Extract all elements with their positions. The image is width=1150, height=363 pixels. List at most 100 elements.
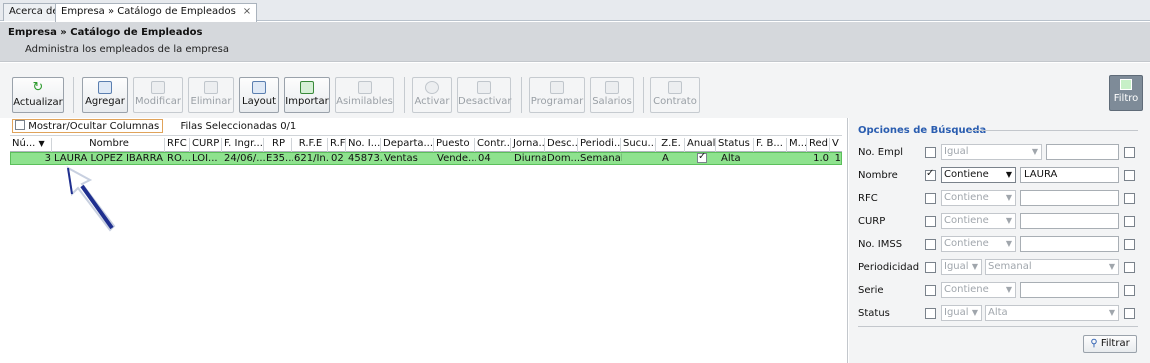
column-header-fingreso[interactable]: F. Ingr... xyxy=(222,138,264,152)
filter-value-periodicidad[interactable]: Semanal ▼ xyxy=(985,259,1119,275)
agregar-button[interactable]: Agregar xyxy=(82,77,128,113)
filter-value-curp[interactable] xyxy=(1020,213,1119,229)
layout-icon xyxy=(252,81,266,94)
column-header-red[interactable]: Red xyxy=(807,138,830,152)
desactivar-button[interactable]: Desactivar xyxy=(457,77,512,113)
column-header-v[interactable]: V xyxy=(830,138,842,152)
cell-descanso: Dom... xyxy=(547,153,579,164)
filter-value-no-imss[interactable] xyxy=(1020,236,1119,252)
filter-checkbox-curp[interactable] xyxy=(925,216,936,227)
column-header-periodicidad[interactable]: Periodi... xyxy=(578,138,621,152)
asimilables-icon xyxy=(357,81,372,94)
column-header-contrato[interactable]: Contr... xyxy=(475,138,511,152)
filter-op-status[interactable]: Igual ▼ xyxy=(941,305,982,321)
filter-extra-checkbox-serie[interactable] xyxy=(1124,285,1135,296)
close-tab-icon[interactable]: × xyxy=(243,6,251,17)
filter-extra-checkbox-no-imss[interactable] xyxy=(1124,239,1135,250)
filter-checkbox-nombre[interactable] xyxy=(925,168,936,181)
importar-button[interactable]: Importar xyxy=(284,77,330,113)
tab-catalogo-empleados[interactable]: Empresa » Catálogo de Empleados × xyxy=(55,3,258,22)
programar-button[interactable]: Programar xyxy=(529,77,585,113)
modificar-button[interactable]: Modificar xyxy=(133,77,183,113)
filter-op-serie[interactable]: Contiene ▼ xyxy=(941,282,1016,298)
filter-extra-checkbox-status[interactable] xyxy=(1124,308,1135,319)
contrato-button[interactable]: Contrato xyxy=(650,77,700,113)
filter-panel-icon xyxy=(1120,79,1132,90)
column-header-rp[interactable]: RP xyxy=(264,138,292,152)
eliminar-button[interactable]: Eliminar xyxy=(188,77,234,113)
filter-op-nombre[interactable]: Contiene ▼ xyxy=(941,167,1016,183)
filter-checkbox-no-empl[interactable] xyxy=(925,147,936,158)
cell-rfe: 621/In... xyxy=(294,153,329,164)
filter-extra-checkbox-periodicidad[interactable] xyxy=(1124,262,1135,273)
cell-jornada: Diurna xyxy=(514,153,546,164)
cell-anual xyxy=(697,153,711,165)
filter-op-curp[interactable]: Contiene ▼ xyxy=(941,213,1016,229)
filter-extra-checkbox-curp[interactable] xyxy=(1124,216,1135,227)
activar-button[interactable]: Activar xyxy=(412,77,452,113)
filter-value-nombre[interactable]: LAURA xyxy=(1020,167,1119,183)
cell-v: 1 xyxy=(834,153,841,164)
filter-label-status: Status xyxy=(858,308,890,319)
layout-button[interactable]: Layout xyxy=(239,77,279,113)
anual-checkbox[interactable] xyxy=(697,153,707,163)
column-header-anual[interactable]: Anual xyxy=(685,138,716,152)
column-header-noimss[interactable]: No. I... xyxy=(346,138,381,152)
column-header-fbaja[interactable]: F. B... xyxy=(754,138,787,152)
filter-op-no-imss[interactable]: Contiene ▼ xyxy=(941,236,1016,252)
show-hide-columns-toggle[interactable]: Mostrar/Ocultar Columnas xyxy=(12,119,164,133)
column-header-descanso[interactable]: Desc... xyxy=(545,138,578,152)
page-header: Empresa » Catálogo de Empleados Administ… xyxy=(0,22,1150,62)
filter-label-curp: CURP xyxy=(858,216,886,227)
column-header-departamento[interactable]: Departa... xyxy=(381,138,434,152)
filter-value-no-empl[interactable] xyxy=(1046,144,1119,160)
cell-rfc: RO... xyxy=(167,153,191,164)
filter-value-serie[interactable] xyxy=(1020,282,1119,298)
filter-value-rfc[interactable] xyxy=(1020,190,1119,206)
asimilables-button[interactable]: Asimilables xyxy=(335,77,394,113)
filtrar-button[interactable]: ⚲ Filtrar xyxy=(1083,335,1137,353)
grid-header: Nú... ▼ Nombre RFC CURP F. Ingr... RP R.… xyxy=(10,135,842,152)
filter-checkbox-no-imss[interactable] xyxy=(925,239,936,250)
salarios-button[interactable]: Salarios xyxy=(590,77,634,113)
column-header-jornada[interactable]: Jorna... xyxy=(511,138,545,152)
filter-op-no-empl[interactable]: Igual ▼ xyxy=(941,144,1042,160)
calendar-icon xyxy=(550,81,564,94)
filter-op-periodicidad[interactable]: Igual ▼ xyxy=(941,259,982,275)
filter-extra-checkbox-no-empl[interactable] xyxy=(1124,147,1135,158)
filter-divider xyxy=(858,326,1138,327)
actualizar-button[interactable]: ↻ Actualizar xyxy=(12,77,64,113)
column-header-puesto[interactable]: Puesto xyxy=(434,138,475,152)
filter-extra-checkbox-nombre[interactable] xyxy=(1124,170,1135,181)
search-icon: ⚲ xyxy=(1090,338,1098,349)
column-header-status[interactable]: Status xyxy=(716,138,754,152)
filter-label-periodicidad: Periodicidad xyxy=(858,262,920,273)
filter-checkbox-status[interactable] xyxy=(925,308,936,319)
column-header-m[interactable]: M... xyxy=(787,138,807,152)
column-header-rf[interactable]: R.F xyxy=(328,138,346,152)
delete-document-icon xyxy=(204,81,218,94)
column-header-sucursal[interactable]: Sucu... xyxy=(621,138,656,152)
column-header-rfc[interactable]: RFC xyxy=(165,138,190,152)
refresh-icon: ↻ xyxy=(32,80,44,95)
filter-value-status[interactable]: Alta ▼ xyxy=(985,305,1119,321)
filter-checkbox-serie[interactable] xyxy=(925,285,936,296)
cell-status: Alta xyxy=(721,153,741,164)
chevron-down-icon: ▼ xyxy=(1005,193,1012,202)
filter-label-serie: Serie xyxy=(858,285,884,296)
filter-extra-checkbox-rfc[interactable] xyxy=(1124,193,1135,204)
column-header-num[interactable]: Nú... ▼ xyxy=(10,138,52,152)
filter-checkbox-rfc[interactable] xyxy=(925,193,936,204)
filter-op-rfc[interactable]: Contiene ▼ xyxy=(941,190,1016,206)
table-row[interactable]: 3 LAURA LOPEZ IBARRA RO... LOI... 24/06/… xyxy=(10,152,842,165)
show-hide-columns-checkbox[interactable] xyxy=(15,120,25,130)
filtro-toggle-button[interactable]: Filtro xyxy=(1109,75,1143,111)
column-header-ze[interactable]: Z.E. xyxy=(656,138,685,152)
column-header-curp[interactable]: CURP xyxy=(190,138,222,152)
cell-rp: E35... xyxy=(266,153,293,164)
filter-checkbox-periodicidad[interactable] xyxy=(925,262,936,273)
column-header-rfe[interactable]: R.F.E xyxy=(292,138,328,152)
column-header-nombre[interactable]: Nombre xyxy=(52,138,165,152)
toolbar-separator xyxy=(73,77,74,113)
filter-label-no-empl: No. Empl xyxy=(858,147,903,158)
